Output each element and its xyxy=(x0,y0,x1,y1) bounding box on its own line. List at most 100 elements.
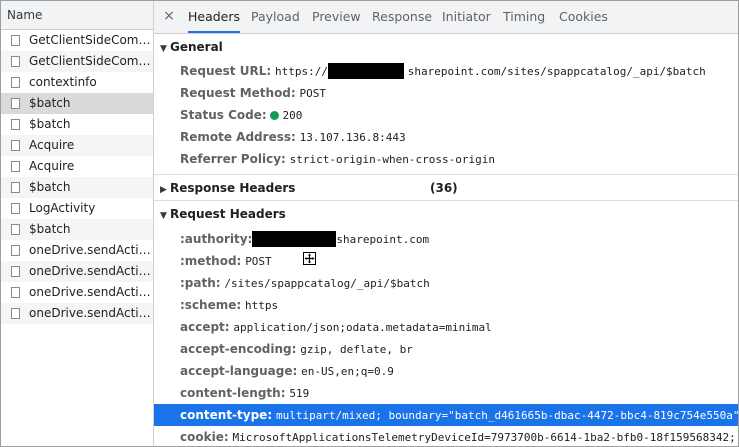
path-row: :path: /sites/spappcatalog/_api/$batch xyxy=(180,272,430,294)
document-icon xyxy=(11,77,20,88)
content-length-value: 519 xyxy=(289,387,310,400)
request-url-key: Request URL: xyxy=(180,64,272,78)
tab-timing[interactable]: Timing xyxy=(503,1,545,33)
close-icon[interactable]: × xyxy=(162,7,176,25)
path-key: :path: xyxy=(180,276,221,290)
method-value: POST xyxy=(245,255,272,268)
request-name: $batch xyxy=(29,180,71,194)
accept-key: accept: xyxy=(180,320,230,334)
request-row[interactable]: oneDrive.sendActivit... xyxy=(1,282,153,303)
request-url-row: Request URL: https:// sharepoint.com/sit… xyxy=(180,60,706,82)
request-name: oneDrive.sendActivit... xyxy=(29,264,151,278)
accept-value: application/json;odata.metadata=minimal xyxy=(233,321,492,334)
request-name: GetClientSideCompo... xyxy=(29,33,151,47)
request-row[interactable]: Acquire xyxy=(1,135,153,156)
request-row[interactable]: LogActivity xyxy=(1,198,153,219)
accept-language-row: accept-language: en-US,en;q=0.9 xyxy=(180,360,394,382)
request-row[interactable]: oneDrive.sendActivit... xyxy=(1,303,153,324)
document-icon xyxy=(11,119,20,130)
triangle-down-icon: ▼ xyxy=(160,211,167,221)
content-type-row: content-type: multipart/mixed; boundary=… xyxy=(180,404,738,426)
authority-key: :authority: xyxy=(180,232,253,246)
request-headers-section-header[interactable]: ▼ Request Headers xyxy=(154,203,738,225)
request-name: oneDrive.sendActivit... xyxy=(29,285,151,299)
request-row[interactable]: Acquire xyxy=(1,156,153,177)
response-headers-count: (36) xyxy=(430,181,458,195)
tab-payload[interactable]: Payload xyxy=(251,1,300,33)
document-icon xyxy=(11,140,20,151)
document-icon xyxy=(11,161,20,172)
devtools-network-window: Name GetClientSideCompo...GetClientSideC… xyxy=(0,0,739,447)
document-icon xyxy=(11,308,20,319)
general-title: General xyxy=(170,40,223,54)
status-code-row: Status Code: 200 xyxy=(180,104,302,126)
general-section-header[interactable]: ▼ General xyxy=(154,36,738,58)
status-code-value: 200 xyxy=(282,109,303,122)
request-name: oneDrive.sendActivit... xyxy=(29,306,151,320)
status-ok-icon xyxy=(270,111,280,120)
scheme-value: https xyxy=(245,299,279,312)
accept-encoding-value: gzip, deflate, br xyxy=(300,343,413,356)
request-row[interactable]: $batch xyxy=(1,114,153,135)
request-name: LogActivity xyxy=(29,201,96,215)
request-name: $batch xyxy=(29,117,71,131)
request-details-panel: × Headers Payload Preview Response Initi… xyxy=(154,1,738,446)
request-row[interactable]: $batch xyxy=(1,177,153,198)
name-column-header[interactable]: Name xyxy=(1,1,153,30)
request-name: contextinfo xyxy=(29,75,97,89)
accept-row: accept: application/json;odata.metadata=… xyxy=(180,316,492,338)
request-name: Acquire xyxy=(29,159,75,173)
tab-preview[interactable]: Preview xyxy=(312,1,361,33)
tab-cookies[interactable]: Cookies xyxy=(559,1,608,33)
request-row[interactable]: $batch xyxy=(1,93,153,114)
content-type-row-selected[interactable]: content-type: multipart/mixed; boundary=… xyxy=(154,404,738,426)
tab-initiator[interactable]: Initiator xyxy=(442,1,491,33)
accept-language-value: en-US,en;q=0.9 xyxy=(301,365,394,378)
content-type-value: multipart/mixed; boundary="batch_d461665… xyxy=(275,409,738,422)
authority-suffix: sharepoint.com xyxy=(336,233,430,246)
referrer-policy-row: Referrer Policy: strict-origin-when-cros… xyxy=(180,148,495,170)
request-row[interactable]: contextinfo xyxy=(1,72,153,93)
request-row[interactable]: oneDrive.sendActivit... xyxy=(1,240,153,261)
request-list-panel: Name GetClientSideCompo...GetClientSideC… xyxy=(1,1,154,446)
document-icon xyxy=(11,245,20,256)
request-method-value: POST xyxy=(299,87,327,100)
document-icon xyxy=(11,35,20,46)
request-headers-title: Request Headers xyxy=(170,207,286,221)
scheme-key: :scheme: xyxy=(180,298,242,312)
section-divider xyxy=(154,174,738,175)
headers-content: ▼ General Request URL: https:// sharepoin… xyxy=(154,34,738,446)
redacted-block xyxy=(327,63,404,79)
response-headers-section-header[interactable]: ▶ Response Headers (36) xyxy=(154,177,738,199)
document-icon xyxy=(11,266,20,277)
triangle-down-icon: ▼ xyxy=(160,44,167,54)
scheme-row: :scheme: https xyxy=(180,294,278,316)
accept-language-key: accept-language: xyxy=(180,364,298,378)
document-icon xyxy=(11,182,20,193)
method-row: :method: POST xyxy=(180,250,272,272)
remote-address-row: Remote Address: 13.107.136.8:443 xyxy=(180,126,406,148)
remote-address-value: 13.107.136.8:443 xyxy=(299,131,406,144)
request-row[interactable]: GetClientSideCompo... xyxy=(1,30,153,51)
cookie-row: cookie: MicrosoftApplicationsTelemetryDe… xyxy=(180,426,736,446)
triangle-right-icon: ▶ xyxy=(160,185,167,195)
move-cursor-icon xyxy=(303,252,316,265)
content-length-row: content-length: 519 xyxy=(180,382,309,404)
request-url-suffix: sharepoint.com/sites/spappcatalog/_api/$… xyxy=(407,65,706,78)
document-icon xyxy=(11,203,20,214)
request-row[interactable]: $batch xyxy=(1,219,153,240)
referrer-policy-key: Referrer Policy: xyxy=(180,152,286,166)
document-icon xyxy=(11,287,20,298)
accept-encoding-row: accept-encoding: gzip, deflate, br xyxy=(180,338,413,360)
response-headers-title: Response Headers xyxy=(170,181,296,195)
request-row[interactable]: oneDrive.sendActivit... xyxy=(1,261,153,282)
request-list: GetClientSideCompo... GetClientSideCompo.… xyxy=(1,30,153,324)
request-row[interactable]: GetClientSideCompo... xyxy=(1,51,153,72)
tab-response[interactable]: Response xyxy=(372,1,432,33)
authority-row: :authority: sharepoint.com xyxy=(180,228,429,250)
tab-headers[interactable]: Headers xyxy=(188,1,241,33)
request-method-key: Request Method: xyxy=(180,86,296,100)
request-name: Acquire xyxy=(29,138,75,152)
request-name: oneDrive.sendActivit... xyxy=(29,243,151,257)
status-code-key: Status Code: xyxy=(180,108,267,122)
